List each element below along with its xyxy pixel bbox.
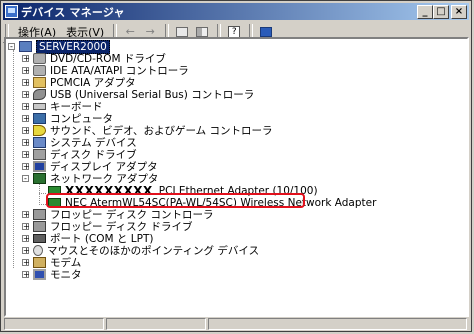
status-bar xyxy=(4,318,469,332)
tree-category[interactable]: + モニタ xyxy=(22,268,82,281)
title-bar[interactable]: デバイス マネージャ _ □ × xyxy=(3,3,469,20)
folder-view-icon xyxy=(176,26,189,37)
collapse-icon[interactable]: - xyxy=(8,43,15,51)
maximize-button[interactable]: □ xyxy=(433,5,449,19)
expand-icon[interactable]: + xyxy=(22,259,30,267)
network-adapter-icon xyxy=(33,173,46,184)
usb-icon xyxy=(33,89,46,100)
device-manager-icon xyxy=(5,5,18,18)
status-pane xyxy=(208,318,467,330)
help-icon: ? xyxy=(228,25,241,38)
status-pane xyxy=(106,318,206,330)
modem-icon xyxy=(33,257,46,268)
close-button[interactable]: × xyxy=(451,5,467,19)
floppy-icon xyxy=(33,209,46,220)
monitor-icon xyxy=(33,269,46,280)
device-tree[interactable]: - SERVER2000 + DVD/CD-ROM ドライブ + IDE ATA… xyxy=(4,37,469,317)
computer-icon xyxy=(19,41,32,52)
expand-icon[interactable]: + xyxy=(22,223,30,231)
expand-icon[interactable]: + xyxy=(22,163,30,171)
expand-icon[interactable]: + xyxy=(22,247,30,255)
expand-icon[interactable]: + xyxy=(22,211,30,219)
floppy-icon xyxy=(33,221,46,232)
window-title: デバイス マネージャ xyxy=(21,5,125,19)
expand-icon[interactable]: + xyxy=(22,103,30,111)
expand-icon[interactable]: + xyxy=(22,67,30,75)
expand-icon[interactable]: + xyxy=(22,271,30,279)
port-icon xyxy=(33,234,46,243)
cpu-icon xyxy=(33,113,46,124)
properties-view-icon xyxy=(196,26,209,37)
disk-icon xyxy=(33,53,46,64)
scan-hardware-icon xyxy=(260,26,273,37)
keyboard-icon xyxy=(33,103,46,110)
device-manager-window: デバイス マネージャ _ □ × 操作(A) 表示(V) ← → ? - SER… xyxy=(0,0,472,332)
minimize-button[interactable]: _ xyxy=(417,5,433,19)
expand-icon[interactable]: + xyxy=(22,91,30,99)
category-label: モニタ xyxy=(50,269,82,281)
expand-icon[interactable]: + xyxy=(22,151,30,159)
expand-icon[interactable]: + xyxy=(22,55,30,63)
expand-icon[interactable]: + xyxy=(22,127,30,135)
expand-icon[interactable]: + xyxy=(22,115,30,123)
collapse-icon[interactable]: - xyxy=(22,175,29,183)
card-icon xyxy=(33,77,46,88)
display-icon xyxy=(33,161,46,172)
disk-icon xyxy=(33,65,46,76)
drive-icon xyxy=(33,149,46,160)
status-pane xyxy=(4,318,104,330)
highlight-box xyxy=(46,193,305,208)
expand-icon[interactable]: + xyxy=(22,79,30,87)
expand-icon[interactable]: + xyxy=(22,235,30,243)
mouse-icon xyxy=(33,245,43,256)
system-icon xyxy=(33,137,46,148)
sound-icon xyxy=(33,125,46,136)
expand-icon[interactable]: + xyxy=(22,139,30,147)
